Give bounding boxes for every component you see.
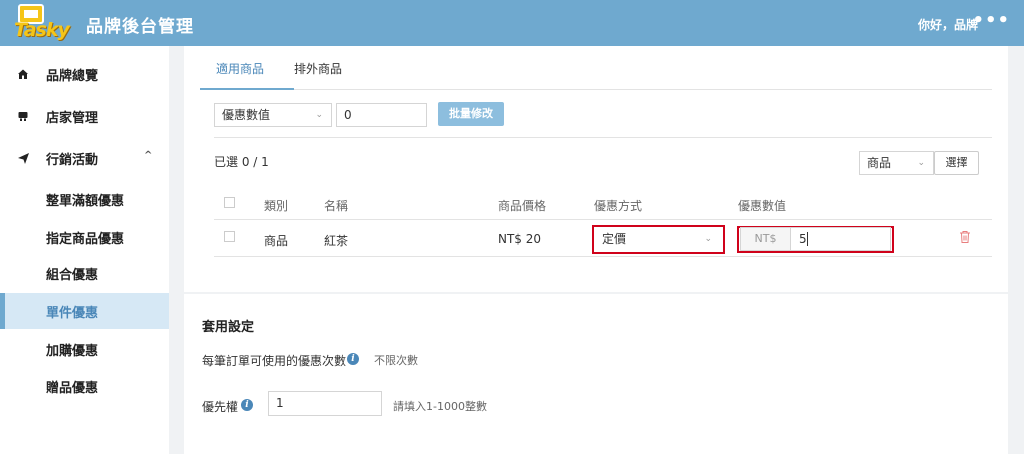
sidebar-item-label: 指定商品優惠 [46, 231, 125, 247]
logo-wordmark: Tasky [14, 19, 70, 41]
info-icon[interactable]: i [241, 399, 253, 411]
brand-logo[interactable]: Tasky [14, 4, 72, 42]
bulk-value-input[interactable]: 0 [336, 103, 427, 127]
sidebar-item-label: 整單滿額優惠 [46, 193, 125, 209]
sidebar-item-label: 加購優惠 [46, 343, 99, 359]
product-card: 適用商品 排外商品 優惠數值 ⌄ 0 批量修改 已選 0 / 1 商品 ⌄ 選擇… [184, 46, 1008, 292]
choose-button[interactable]: 選擇 [934, 151, 979, 175]
table-row-divider [214, 256, 992, 257]
sidebar-subitem-single-item[interactable]: 單件優惠 [0, 293, 169, 329]
currency-prefix: NT$ [741, 228, 791, 250]
filter-type-select[interactable]: 商品 ⌄ [859, 151, 934, 175]
column-header-price: 商品價格 [498, 199, 547, 213]
sidebar-item-label: 行銷活動 [46, 152, 99, 168]
divider [214, 137, 992, 138]
chevron-down-icon: ⌄ [315, 110, 323, 120]
chevron-down-icon: ⌄ [917, 158, 925, 168]
sidebar: 品牌總覽 店家管理 行銷活動 ^ 整單滿額優惠 指定商品優惠 組合優惠 單件優惠… [0, 46, 169, 454]
column-header-value: 優惠數值 [738, 199, 787, 213]
chevron-down-icon: ⌄ [704, 234, 712, 244]
sidebar-item-label: 品牌總覽 [46, 68, 99, 84]
text-cursor [807, 232, 808, 246]
settings-title: 套用設定 [202, 320, 255, 335]
cell-name: 紅茶 [324, 234, 349, 248]
cell-category: 商品 [264, 234, 289, 248]
tab-excluded-products[interactable]: 排外商品 [294, 60, 342, 77]
more-menu-icon[interactable]: ••• [972, 10, 1010, 31]
row-checkbox[interactable] [224, 231, 235, 242]
priority-hint: 請填入1-1000整數 [393, 400, 487, 413]
sidebar-subitem-specified-product[interactable]: 指定商品優惠 [0, 219, 169, 255]
select-all-checkbox[interactable] [224, 197, 235, 208]
discount-method-select[interactable]: 定價 ⌄ [596, 228, 720, 250]
filter-type-value: 商品 [867, 156, 892, 170]
sidebar-item-marketing[interactable]: 行銷活動 ^ [0, 140, 169, 176]
column-header-method: 優惠方式 [594, 199, 643, 213]
discount-value: 5 [799, 232, 807, 246]
app-title: 品牌後台管理 [86, 17, 194, 37]
home-icon [16, 67, 30, 81]
discount-value-input[interactable]: NT$ 5 [740, 227, 891, 251]
trash-icon[interactable] [959, 230, 971, 244]
sidebar-item-label: 單件優惠 [46, 305, 99, 321]
sidebar-item-label: 組合優惠 [46, 267, 99, 283]
active-tab-indicator [200, 88, 294, 90]
priority-input[interactable]: 1 [268, 391, 382, 416]
bulk-type-value: 優惠數值 [222, 108, 271, 122]
info-icon[interactable]: i [347, 353, 359, 365]
sidebar-subitem-gift[interactable]: 贈品優惠 [0, 368, 169, 404]
sidebar-item-label: 贈品優惠 [46, 380, 99, 396]
discount-method-value: 定價 [602, 232, 627, 246]
sidebar-subitem-order-threshold[interactable]: 整單滿額優惠 [0, 181, 169, 217]
store-icon [16, 109, 30, 123]
sidebar-item-label: 店家管理 [46, 110, 99, 126]
table-header-divider [214, 219, 992, 220]
tab-bar: 適用商品 排外商品 [200, 46, 992, 90]
bulk-type-select[interactable]: 優惠數值 ⌄ [214, 103, 332, 127]
chevron-up-icon: ^ [144, 150, 153, 161]
sidebar-subitem-add-on[interactable]: 加購優惠 [0, 331, 169, 367]
cell-price: NT$ 20 [498, 232, 542, 246]
sidebar-subitem-bundle[interactable]: 組合優惠 [0, 255, 169, 291]
usage-limit-value: 不限次數 [374, 354, 418, 367]
main-content: 適用商品 排外商品 優惠數值 ⌄ 0 批量修改 已選 0 / 1 商品 ⌄ 選擇… [184, 46, 1008, 454]
usage-limit-label: 每筆訂單可使用的優惠次數 [202, 354, 347, 368]
settings-card: 套用設定 每筆訂單可使用的優惠次數 i 不限次數 優先權 i 1 請填入1-10… [184, 294, 1008, 454]
column-header-category: 類別 [264, 199, 289, 213]
sidebar-item-brand-overview[interactable]: 品牌總覽 [0, 56, 169, 92]
column-header-name: 名稱 [324, 199, 349, 213]
user-greeting[interactable]: 你好，品牌 [918, 16, 978, 33]
bulk-apply-button[interactable]: 批量修改 [438, 102, 504, 126]
tab-applicable-products[interactable]: 適用商品 [216, 60, 264, 77]
selected-count: 已選 0 / 1 [214, 155, 269, 169]
priority-label: 優先權 [202, 400, 239, 414]
send-icon [16, 151, 30, 165]
top-header: Tasky 品牌後台管理 你好，品牌 ••• [0, 0, 1024, 46]
sidebar-item-store-management[interactable]: 店家管理 [0, 98, 169, 134]
